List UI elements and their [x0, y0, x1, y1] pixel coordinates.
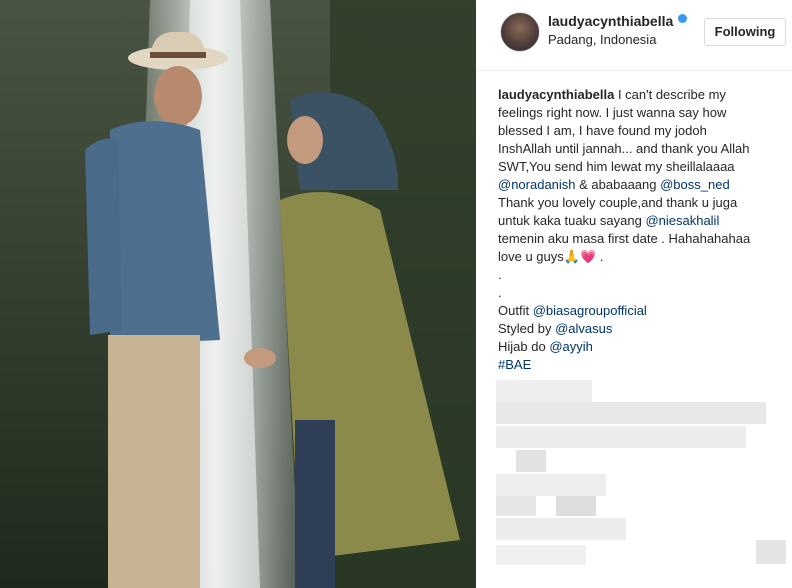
mention-boss-ned[interactable]: @boss_ned — [660, 177, 730, 192]
post-username[interactable]: laudyacynthiabella — [548, 13, 673, 29]
caption-dot: . — [498, 285, 502, 300]
caption-line: blessed I am, I have found my jodoh — [498, 123, 707, 138]
caption-line: Styled by @alvasus — [498, 321, 613, 336]
verified-badge-icon — [678, 14, 687, 23]
blurred-comments — [496, 474, 606, 496]
blurred-comments — [496, 545, 586, 565]
blurred-comments — [516, 450, 546, 472]
post-location[interactable]: Padang, Indonesia — [548, 32, 656, 47]
caption-line: laudyacynthiabella I can't describe my — [498, 87, 726, 102]
caption-line: love u guys🙏💗 . — [498, 249, 604, 264]
caption-line: Hijab do @ayyih — [498, 339, 593, 354]
post-sidebar: laudyacynthiabella Padang, Indonesia Fol… — [476, 0, 792, 588]
caption-line: feelings right now. I just wanna say how — [498, 105, 727, 120]
blurred-comments — [496, 496, 536, 516]
caption-line: untuk kaka tuaku sayang @niesakhalil — [498, 213, 720, 228]
blurred-comments — [496, 380, 592, 402]
mention-biasagroupofficial[interactable]: @biasagroupofficial — [533, 303, 647, 318]
avatar[interactable] — [500, 12, 540, 52]
mention-noradanish[interactable]: @noradanish — [498, 177, 576, 192]
blurred-comments — [556, 496, 596, 516]
caption-line: temenin aku masa first date . Hahahahaha… — [498, 231, 751, 246]
blurred-comments — [496, 518, 626, 540]
mention-ayyih[interactable]: @ayyih — [549, 339, 593, 354]
post-caption: laudyacynthiabella I can't describe my f… — [498, 86, 778, 374]
caption-line: InshAllah until jannah... and thank you … — [498, 141, 750, 156]
caption-line: Outfit @biasagroupofficial — [498, 303, 647, 318]
caption-username[interactable]: laudyacynthiabella — [498, 87, 614, 102]
hashtag-bae[interactable]: #BAE — [498, 356, 778, 374]
caption-dot: . — [498, 267, 502, 282]
blurred-comments — [496, 426, 746, 448]
couple-waterfall-photo — [0, 0, 476, 588]
post-photo[interactable] — [0, 0, 476, 588]
post-header: laudyacynthiabella Padang, Indonesia Fol… — [476, 0, 792, 71]
blurred-comments — [496, 402, 766, 424]
following-button[interactable]: Following — [704, 18, 786, 46]
mention-alvasus[interactable]: @alvasus — [555, 321, 612, 336]
caption-line: Thank you lovely couple,and thank u juga — [498, 195, 738, 210]
mention-niesakhalil[interactable]: @niesakhalil — [645, 213, 719, 228]
blurred-comments — [756, 540, 786, 564]
caption-line: @noradanish & ababaaang @boss_ned — [498, 177, 730, 192]
caption-line: SWT,You send him lewat my sheillalaaaa — [498, 159, 735, 174]
